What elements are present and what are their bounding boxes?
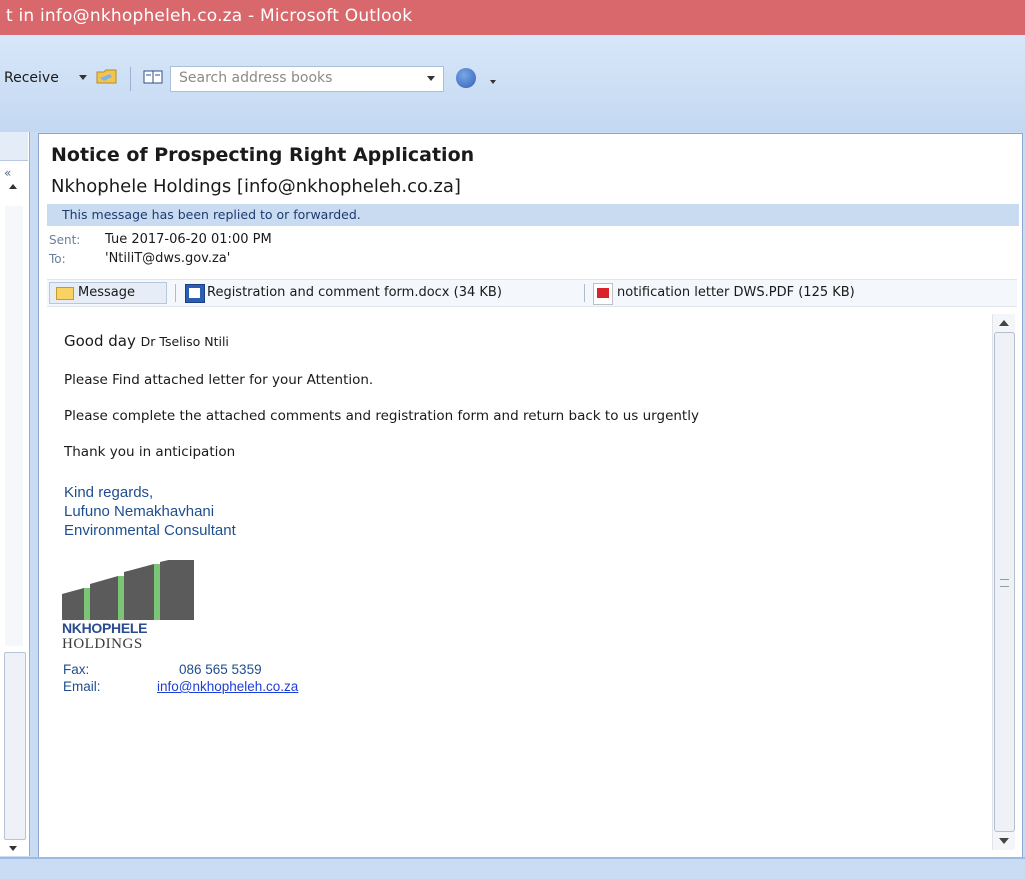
envelope-icon	[56, 287, 74, 300]
send-receive-button[interactable]: Receive	[4, 70, 59, 86]
sent-label: Sent:	[49, 233, 81, 247]
signature-regards: Kind regards,	[64, 484, 154, 501]
scroll-up-arrow-icon[interactable]	[9, 184, 17, 189]
to-label: To:	[49, 252, 66, 266]
scrollbar-thumb[interactable]	[994, 332, 1015, 832]
scrollbar-track[interactable]	[5, 206, 23, 646]
fax-label: Fax:	[63, 662, 90, 677]
send-receive-dropdown-icon[interactable]	[79, 75, 87, 80]
address-book-icon[interactable]	[142, 69, 164, 85]
message-body: Good day Dr Tseliso Ntili Please Find at…	[47, 312, 989, 852]
toolbar-separator	[130, 67, 131, 91]
search-address-books-input[interactable]: Search address books	[170, 66, 444, 92]
logo-text-nkhophele: NKHOPHELE	[62, 620, 148, 636]
toolbar-options-icon[interactable]	[490, 80, 496, 84]
attachments-bar: Message Registration and comment form.do…	[47, 279, 1017, 307]
body-line: Please complete the attached comments an…	[64, 408, 699, 424]
scrollbar-thumb[interactable]	[4, 652, 26, 840]
status-band	[0, 857, 1025, 879]
scroll-down-arrow-icon[interactable]	[9, 846, 17, 851]
info-bar[interactable]: This message has been replied to or forw…	[47, 204, 1019, 226]
word-doc-icon[interactable]	[185, 284, 205, 303]
message-tab[interactable]: Message	[49, 282, 167, 304]
greeting-name: Dr Tseliso Ntili	[140, 334, 229, 349]
navigation-pane-header[interactable]	[0, 132, 28, 161]
message-tab-label: Message	[78, 285, 135, 300]
message-scrollbar[interactable]	[992, 314, 1015, 850]
body-line: Thank you in anticipation	[64, 444, 236, 460]
chevron-down-icon[interactable]	[427, 76, 435, 81]
window-title-bar: t in info@nkhopheleh.co.za - Microsoft O…	[0, 0, 1025, 35]
attachment-docx[interactable]: Registration and comment form.docx (34 K…	[207, 285, 502, 300]
message-sender[interactable]: Nkhophele Holdings [info@nkhopheleh.co.z…	[51, 176, 461, 197]
reading-pane: Notice of Prospecting Right Application …	[38, 133, 1023, 859]
body-line: Please Find attached letter for your Att…	[64, 372, 374, 388]
scroll-up-arrow-icon[interactable]	[999, 320, 1009, 326]
window-title: t in info@nkhopheleh.co.za - Microsoft O…	[6, 6, 413, 26]
email-label: Email:	[63, 679, 101, 694]
scrollbar-grip-icon	[1000, 579, 1009, 587]
greeting-text: Good day	[64, 332, 136, 350]
standard-toolbar: Receive Search address books	[0, 63, 520, 95]
pdf-icon[interactable]	[593, 283, 613, 305]
scroll-down-arrow-icon[interactable]	[999, 838, 1009, 844]
sent-value: Tue 2017-06-20 01:00 PM	[105, 232, 272, 247]
to-value[interactable]: 'NtiliT@dws.gov.za'	[105, 251, 230, 266]
greeting: Good day Dr Tseliso Ntili	[64, 332, 229, 350]
navigation-pane: «	[0, 132, 30, 856]
expand-chevron-icon[interactable]: «	[4, 166, 11, 180]
signature-title: Environmental Consultant	[64, 522, 236, 539]
folder-icon[interactable]	[96, 68, 118, 84]
info-bar-text: This message has been replied to or forw…	[62, 207, 361, 222]
logo-text-holdings: HOLDINGS	[62, 636, 143, 652]
attachment-separator	[584, 284, 585, 302]
fax-value: 086 565 5359	[179, 662, 262, 677]
help-icon[interactable]	[456, 68, 476, 88]
message-subject: Notice of Prospecting Right Application	[51, 144, 475, 166]
search-placeholder: Search address books	[179, 70, 333, 86]
signature-name: Lufuno Nemakhavhani	[64, 503, 215, 520]
attachment-separator	[175, 284, 176, 302]
attachment-pdf[interactable]: notification letter DWS.PDF (125 KB)	[617, 285, 855, 300]
email-link[interactable]: info@nkhopheleh.co.za	[157, 679, 298, 694]
